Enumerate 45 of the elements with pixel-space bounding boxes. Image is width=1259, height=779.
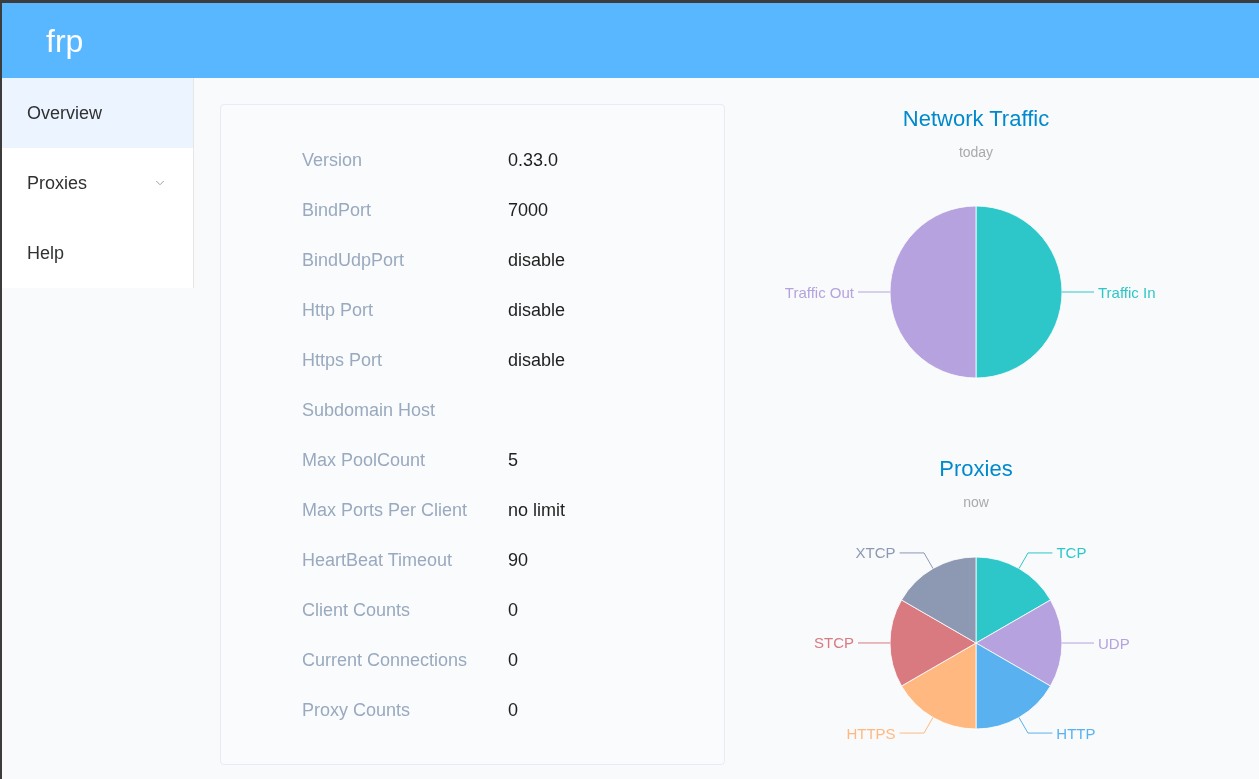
info-label: Max PoolCount [302, 448, 427, 472]
pie-label: STCP [814, 634, 854, 652]
pie-label: XTCP [855, 544, 896, 562]
leader-line [1061, 291, 1095, 293]
pie-label: HTTP [1056, 724, 1096, 742]
leader-line [857, 642, 891, 644]
info-value: 0 [508, 598, 518, 622]
leader-line [1018, 717, 1053, 734]
leader-line [1061, 642, 1095, 644]
pie-label: UDP [1098, 634, 1130, 652]
leader-line [1018, 552, 1053, 570]
leader-line [857, 291, 891, 293]
info-value: no limit [508, 498, 565, 522]
leader-line [899, 716, 934, 734]
pie-label: HTTPS [846, 724, 896, 742]
pie-label: Traffic Out [784, 283, 854, 301]
info-value: 0.33.0 [508, 148, 559, 172]
chart-title: Proxies [939, 455, 1013, 483]
info-value: disable [508, 248, 566, 272]
logo-text: frp [46, 24, 84, 57]
leader-line [899, 552, 934, 569]
chart-title: Network Traffic [902, 105, 1050, 133]
info-label: Subdomain Host [302, 398, 437, 422]
info-value: 0 [508, 648, 518, 672]
info-value: disable [508, 298, 566, 322]
info-label: BindPort [302, 198, 373, 222]
info-label: Client Counts [302, 598, 412, 622]
chart-subtitle: today [958, 143, 994, 162]
info-label: Http Port [302, 298, 375, 322]
info-value: disable [508, 348, 566, 372]
info-label: Proxy Counts [302, 698, 412, 722]
info-label: BindUdpPort [302, 248, 406, 272]
pie-label: Traffic In [1098, 283, 1156, 301]
info-label: HeartBeat Timeout [302, 548, 454, 572]
info-value: 90 [508, 548, 529, 572]
info-label: Https Port [302, 348, 384, 372]
info-label: Current Connections [302, 648, 469, 672]
info-label: Max Ports Per Client [302, 498, 469, 522]
info-value: 5 [508, 448, 518, 472]
chart-subtitle: now [963, 493, 989, 512]
pie-label: TCP [1056, 544, 1087, 562]
info-label: Version [302, 148, 364, 172]
info-value: 7000 [508, 198, 549, 222]
sidebar-menu-item[interactable]: Overview [2, 78, 193, 148]
info-value: 0 [508, 698, 518, 722]
